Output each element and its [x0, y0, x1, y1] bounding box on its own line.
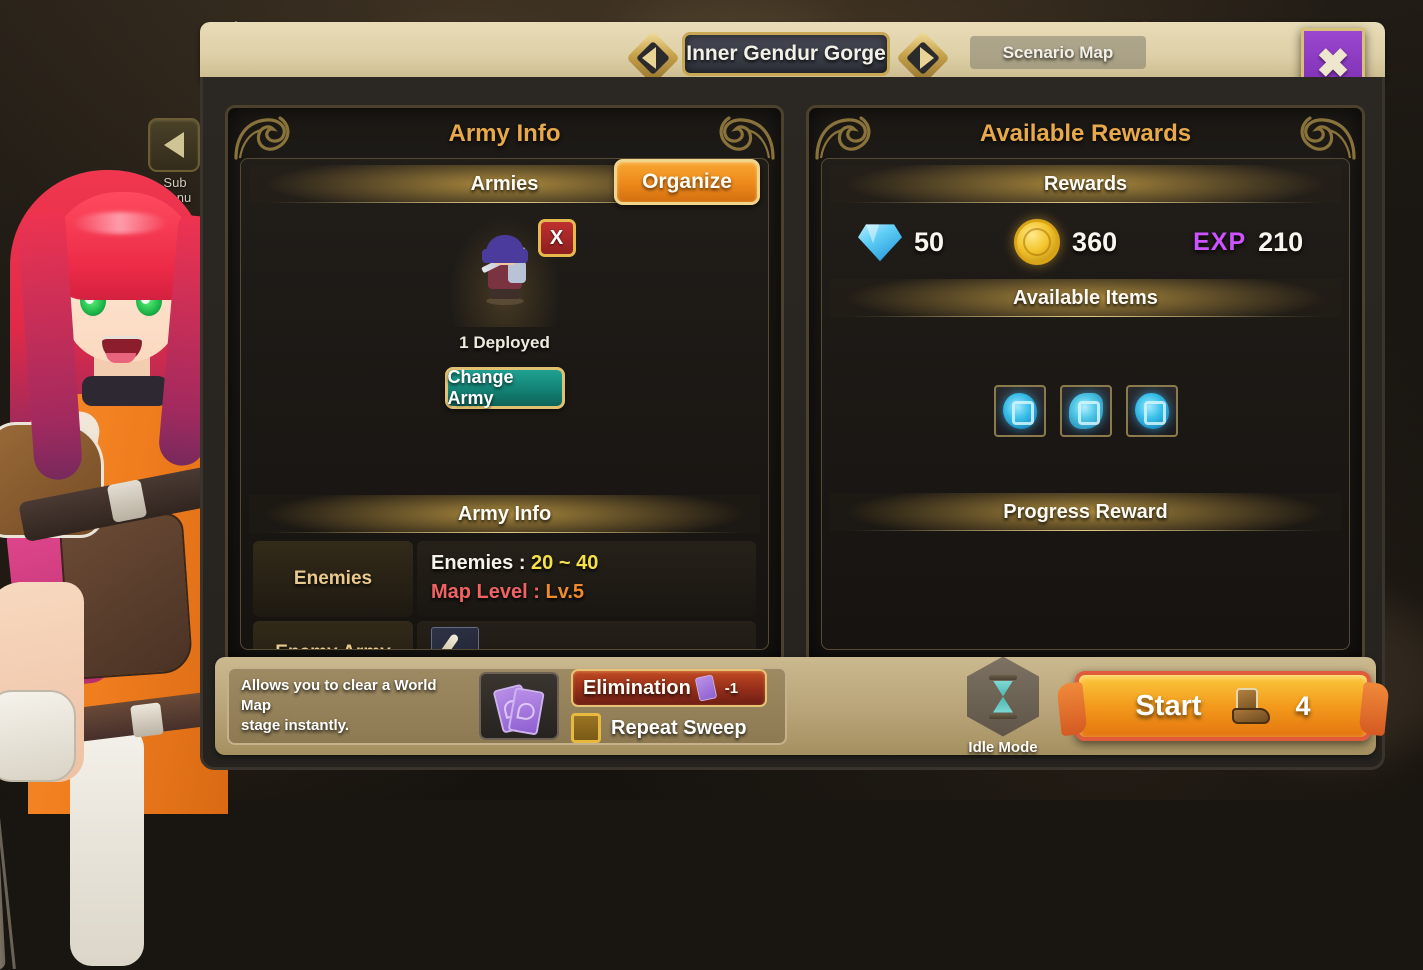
item-slot[interactable] [1125, 385, 1178, 437]
hourglass-icon [967, 656, 1039, 737]
blue-shard-icon [1068, 393, 1103, 429]
exp-label: EXP [1193, 227, 1247, 256]
dialog-body: Army Info Armies Organize X 1 Deployed C… [200, 77, 1390, 770]
repeat-sweep-row[interactable]: Repeat Sweep [571, 713, 767, 743]
enemies-count-value: 20 ~ 40 [531, 552, 599, 574]
wing-ornament-icon [1056, 681, 1088, 737]
map-level-label: Map Level : [431, 581, 546, 603]
sweep-ticket-icon [694, 674, 718, 702]
reward-gem: 50 [858, 222, 944, 262]
table-row: Enemies Enemies : 20 ~ 40 Map Level : Lv… [253, 541, 756, 617]
panels-container: Army Info Armies Organize X 1 Deployed C… [225, 105, 1365, 665]
enemies-count-line: Enemies : 20 ~ 40 [431, 549, 756, 578]
army-slot: X 1 Deployed Change Army [241, 217, 768, 409]
army-info-panel: Army Info Armies Organize X 1 Deployed C… [225, 105, 784, 665]
available-rewards-panel: Available Rewards Rewards 50 360 EXP 210… [806, 105, 1365, 665]
elimination-label: Elimination [583, 676, 691, 699]
next-stage-button[interactable] [896, 31, 950, 85]
sub-menu-button[interactable]: Sub Menu [148, 118, 202, 205]
organize-button[interactable]: Organize [614, 159, 760, 205]
reward-exp: EXP 210 [1193, 227, 1303, 258]
item-slot[interactable] [993, 385, 1046, 437]
enemy-info-table: Enemies Enemies : 20 ~ 40 Map Level : Lv… [253, 541, 756, 649]
rewards-row: 50 360 EXP 210 [822, 203, 1349, 273]
idle-mode-button[interactable]: Idle Mode [953, 656, 1053, 756]
wing-ornament-icon [1358, 681, 1390, 737]
army-info-section-label: Army Info [457, 502, 552, 525]
rewards-section-header: Rewards [830, 165, 1341, 203]
map-level-value: Lv.5 [545, 581, 585, 603]
bottom-action-bar: Allows you to clear a World Map stage in… [215, 656, 1390, 756]
enemies-row-value: Enemies : 20 ~ 40 Map Level : Lv.5 [417, 541, 756, 617]
sweep-panel: Allows you to clear a World Map stage in… [227, 667, 787, 745]
sweep-desc-line-1: Allows you to clear a World [241, 677, 437, 695]
coin-value: 360 [1072, 226, 1118, 257]
armies-section-label: Armies [470, 172, 539, 195]
composition-key-line1: Enemy Army [275, 642, 390, 649]
army-info-panel-inner: Armies Organize X 1 Deployed Change Army… [240, 158, 769, 650]
deployed-unit-card[interactable]: X [449, 217, 576, 327]
progress-reward-section-header: Progress Reward [830, 493, 1341, 531]
map-level-line: Map Level : Lv.5 [431, 578, 756, 607]
available-items-section-label: Available Items [1013, 286, 1158, 309]
army-info-panel-title: Army Info [448, 120, 561, 147]
start-stamina-count: 4 [1295, 690, 1311, 721]
reward-gold: 360 [1014, 219, 1117, 265]
progress-reward-section-label: Progress Reward [1003, 500, 1168, 523]
sword-unit-icon [431, 627, 479, 649]
blue-orb-icon [1002, 393, 1037, 429]
sub-menu-arrow-icon[interactable] [148, 118, 200, 172]
remove-unit-button[interactable]: X [537, 219, 576, 257]
dialog-title-bar: Inner Gendur Gorge Scenario Map ✖ [200, 22, 1385, 116]
rewards-panel-title: Available Rewards [979, 120, 1192, 147]
exp-value: 210 [1258, 226, 1304, 257]
available-items-section-header: Available Items [830, 279, 1341, 317]
sweep-desc-line-2: Map [241, 697, 271, 715]
start-button[interactable]: Start 4 [1056, 671, 1390, 741]
army-info-subsection: Army Info Enemies Enemies : 20 ~ 40 Map … [241, 489, 768, 649]
sweep-ticket-slot[interactable] [479, 672, 559, 740]
blue-orb-icon [1134, 393, 1169, 429]
elimination-button[interactable]: Elimination -1 [571, 669, 767, 707]
rewards-panel-inner: Rewards 50 360 EXP 210 Available Items P… [821, 158, 1350, 650]
table-row: Enemy Army Composition 100 % [253, 621, 756, 649]
coin-icon [1014, 219, 1061, 265]
stage-name-label: Inner Gendur Gorge [682, 32, 890, 76]
repeat-sweep-label: Repeat Sweep [611, 716, 747, 739]
change-army-button[interactable]: Change Army [444, 367, 565, 409]
progress-reward-subsection: Progress Reward [822, 493, 1349, 531]
enemies-count-label: Enemies : [431, 552, 532, 574]
composition-row-key: Enemy Army Composition [253, 621, 413, 649]
gem-icon [858, 222, 902, 262]
available-items-grid [822, 385, 1349, 437]
tab-scenario-map[interactable]: Scenario Map [970, 36, 1146, 69]
stage-info-dialog: Inner Gendur Gorge Scenario Map ✖ Army I… [200, 22, 1390, 770]
composition-row-value: 100 % [417, 621, 756, 649]
idle-mode-label: Idle Mode [968, 738, 1038, 756]
elimination-cost: -1 [724, 679, 739, 697]
sweep-description: Allows you to clear a World Map stage in… [241, 676, 473, 735]
repeat-sweep-checkbox[interactable] [571, 713, 601, 743]
prev-stage-button[interactable] [626, 31, 680, 85]
sweep-controls: Elimination -1 Repeat Sweep [571, 669, 767, 743]
gem-value: 50 [914, 226, 945, 257]
boot-stamina-icon [1228, 688, 1270, 724]
sweep-desc-line-3: stage instantly. [241, 716, 350, 734]
enemies-row-key: Enemies [253, 541, 413, 617]
item-slot[interactable] [1059, 385, 1112, 437]
start-label: Start [1135, 689, 1202, 722]
army-info-section-header: Army Info [249, 495, 760, 533]
sweep-ticket-icon [507, 687, 545, 736]
rewards-section-label: Rewards [1043, 172, 1128, 195]
deployed-count-label: 1 Deployed [459, 333, 550, 352]
sub-menu-label: Sub Menu [158, 175, 192, 205]
